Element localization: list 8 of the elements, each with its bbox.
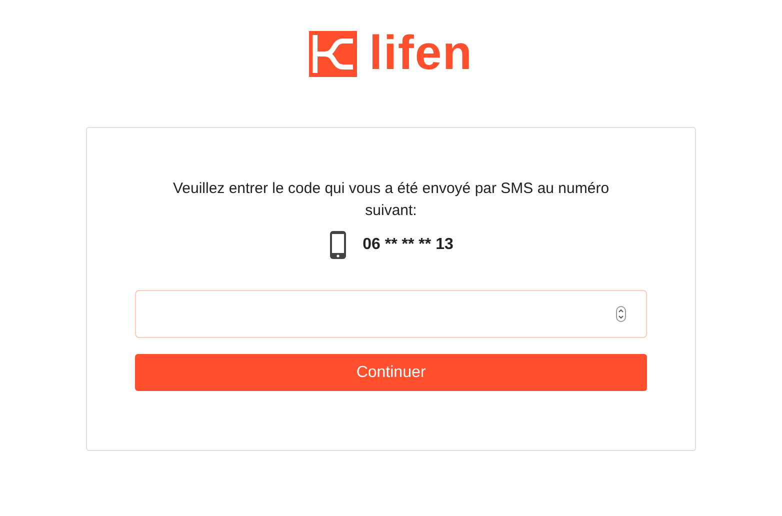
logo-text: lifen — [369, 30, 473, 78]
phone-number: 06 ** ** ** 13 — [362, 235, 454, 255]
logo-icon — [309, 31, 358, 77]
code-input-field[interactable] — [135, 290, 647, 338]
continue-button[interactable]: Continuer — [135, 354, 647, 391]
spinner-icon[interactable] — [616, 306, 626, 322]
instruction-text: Veuillez entrer le code qui vous a été envoyé par SMS au numéro suivant: — [172, 179, 610, 221]
phone-icon — [328, 230, 347, 260]
